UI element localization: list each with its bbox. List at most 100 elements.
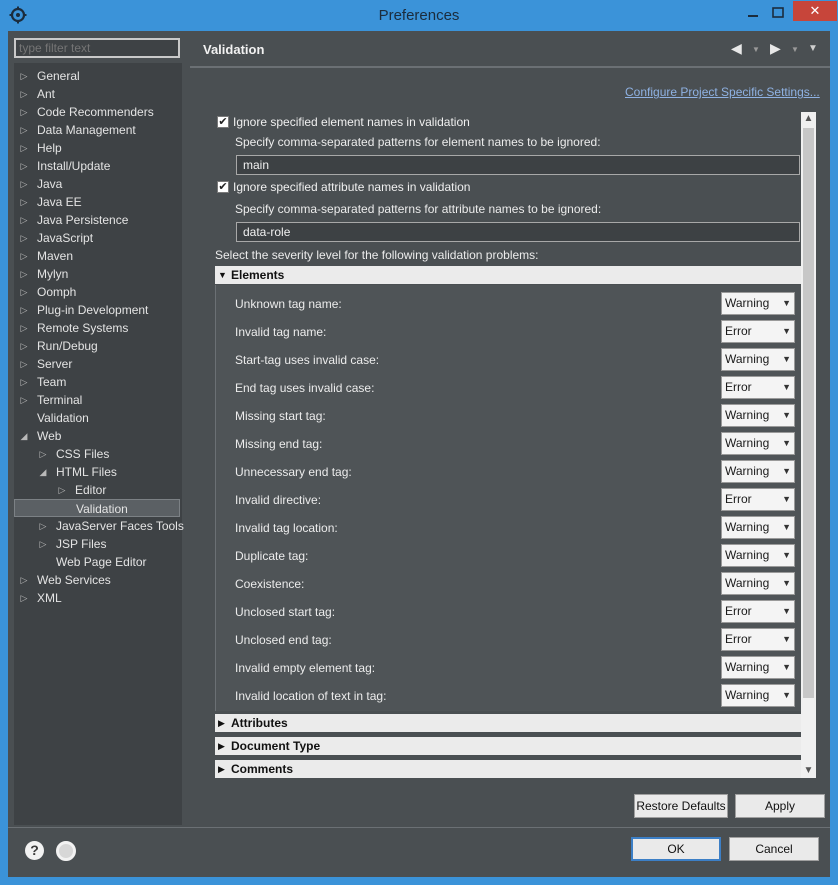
- vertical-scrollbar[interactable]: ▲ ▼: [801, 112, 816, 778]
- tree-collapsed-arrow-icon[interactable]: ▷: [18, 121, 30, 139]
- tree-item-html-files[interactable]: ◢ HTML Files: [14, 463, 180, 481]
- chevron-down-icon[interactable]: ▼: [782, 685, 791, 706]
- tree-item-general[interactable]: ▷ General: [14, 67, 180, 85]
- scrollbar-thumb[interactable]: [803, 128, 814, 698]
- help-icon[interactable]: ?: [25, 841, 44, 860]
- tree-collapsed-arrow-icon[interactable]: ▷: [37, 535, 49, 553]
- tree-collapsed-arrow-icon[interactable]: ▷: [18, 319, 30, 337]
- tree-collapsed-arrow-icon[interactable]: ▷: [18, 337, 30, 355]
- tree-collapsed-arrow-icon[interactable]: ▷: [18, 283, 30, 301]
- severity-select[interactable]: Warning ▼: [721, 348, 795, 371]
- configure-project-settings-link[interactable]: Configure Project Specific Settings...: [625, 85, 820, 99]
- forward-arrow-icon[interactable]: ▶: [770, 40, 781, 58]
- tree-collapsed-arrow-icon[interactable]: ▷: [18, 85, 30, 103]
- tree-item-maven[interactable]: ▷ Maven: [14, 247, 180, 265]
- scroll-down-icon[interactable]: ▼: [801, 764, 816, 778]
- tree-item-code-recommenders[interactable]: ▷ Code Recommenders: [14, 103, 180, 121]
- tree-item-data-management[interactable]: ▷ Data Management: [14, 121, 180, 139]
- tree-item-validation[interactable]: Validation: [14, 409, 180, 427]
- ignore-elements-checkbox[interactable]: ✔: [217, 116, 229, 128]
- tree-item-javaserver-faces-tools[interactable]: ▷ JavaServer Faces Tools: [14, 517, 184, 535]
- chevron-down-icon[interactable]: ▼: [782, 657, 791, 678]
- tree-item-java-ee[interactable]: ▷ Java EE: [14, 193, 180, 211]
- tree-item-mylyn[interactable]: ▷ Mylyn: [14, 265, 180, 283]
- tree-collapsed-arrow-icon[interactable]: ▷: [18, 229, 30, 247]
- tree-item-javascript[interactable]: ▷ JavaScript: [14, 229, 180, 247]
- view-menu-icon[interactable]: ▼: [808, 43, 818, 61]
- tree-item-install-update[interactable]: ▷ Install/Update: [14, 157, 180, 175]
- tree-collapsed-arrow-icon[interactable]: ▷: [18, 139, 30, 157]
- back-arrow-icon[interactable]: ◀: [731, 40, 742, 58]
- tree-collapsed-arrow-icon[interactable]: ▷: [37, 445, 49, 463]
- tree-collapsed-arrow-icon[interactable]: ▷: [18, 589, 30, 607]
- tree-collapsed-arrow-icon[interactable]: ▷: [18, 103, 30, 121]
- minimize-icon[interactable]: [744, 4, 762, 22]
- chevron-down-icon[interactable]: ▼: [782, 293, 791, 314]
- scroll-up-icon[interactable]: ▲: [801, 112, 816, 126]
- restore-defaults-button[interactable]: Restore Defaults: [634, 794, 728, 818]
- tree-collapsed-arrow-icon[interactable]: ▷: [18, 175, 30, 193]
- chevron-down-icon[interactable]: ▼: [782, 545, 791, 566]
- attributes-section-header[interactable]: ▶ Attributes: [215, 714, 808, 732]
- tree-collapsed-arrow-icon[interactable]: ▷: [18, 67, 30, 85]
- severity-select[interactable]: Error ▼: [721, 376, 795, 399]
- severity-select[interactable]: Error ▼: [721, 628, 795, 651]
- tree-item-jsp-files[interactable]: ▷ JSP Files: [14, 535, 180, 553]
- tree-item-run-debug[interactable]: ▷ Run/Debug: [14, 337, 180, 355]
- tree-item-server[interactable]: ▷ Server: [14, 355, 180, 373]
- chevron-down-icon[interactable]: ▼: [782, 629, 791, 650]
- elements-section-header[interactable]: ▼ Elements: [215, 266, 808, 284]
- import-export-icon[interactable]: [56, 841, 76, 861]
- tree-item-ant[interactable]: ▷ Ant: [14, 85, 180, 103]
- severity-select[interactable]: Warning ▼: [721, 404, 795, 427]
- severity-select[interactable]: Warning ▼: [721, 684, 795, 707]
- chevron-down-icon[interactable]: ▼: [782, 461, 791, 482]
- chevron-down-icon[interactable]: ▼: [782, 349, 791, 370]
- chevron-down-icon[interactable]: ▼: [782, 573, 791, 594]
- tree-item-help[interactable]: ▷ Help: [14, 139, 180, 157]
- severity-select[interactable]: Error ▼: [721, 488, 795, 511]
- chevron-down-icon[interactable]: ▼: [782, 405, 791, 426]
- severity-select[interactable]: Warning ▼: [721, 656, 795, 679]
- forward-history-dropdown-icon[interactable]: ▼: [791, 45, 799, 63]
- tree-collapsed-arrow-icon[interactable]: ▷: [18, 211, 30, 229]
- tree-collapsed-arrow-icon[interactable]: ▷: [18, 247, 30, 265]
- tree-item-web-services[interactable]: ▷ Web Services: [14, 571, 180, 589]
- ignore-attributes-field[interactable]: [236, 222, 800, 242]
- tree-expanded-arrow-icon[interactable]: ◢: [37, 463, 49, 481]
- tree-item-editor[interactable]: ▷ Editor: [14, 481, 180, 499]
- tree-item-java-persistence[interactable]: ▷ Java Persistence: [14, 211, 180, 229]
- back-history-dropdown-icon[interactable]: ▼: [752, 45, 760, 63]
- severity-select[interactable]: Warning ▼: [721, 516, 795, 539]
- severity-select[interactable]: Warning ▼: [721, 544, 795, 567]
- tree-item-web-page-editor[interactable]: Web Page Editor: [14, 553, 180, 571]
- cancel-button[interactable]: Cancel: [729, 837, 819, 861]
- tree-collapsed-arrow-icon[interactable]: ▷: [18, 301, 30, 319]
- tree-item-validation[interactable]: Validation: [14, 499, 180, 517]
- tree-item-terminal[interactable]: ▷ Terminal: [14, 391, 180, 409]
- tree-item-plug-in-development[interactable]: ▷ Plug-in Development: [14, 301, 180, 319]
- tree-item-css-files[interactable]: ▷ CSS Files: [14, 445, 180, 463]
- document-type-section-header[interactable]: ▶ Document Type: [215, 737, 808, 755]
- tree-collapsed-arrow-icon[interactable]: ▷: [18, 373, 30, 391]
- tree-collapsed-arrow-icon[interactable]: ▷: [37, 517, 49, 535]
- ok-button[interactable]: OK: [631, 837, 721, 861]
- tree-collapsed-arrow-icon[interactable]: ▷: [18, 355, 30, 373]
- tree-item-java[interactable]: ▷ Java: [14, 175, 180, 193]
- tree-collapsed-arrow-icon[interactable]: ▷: [18, 391, 30, 409]
- tree-collapsed-arrow-icon[interactable]: ▷: [56, 481, 68, 499]
- tree-expanded-arrow-icon[interactable]: ◢: [18, 427, 30, 445]
- severity-select[interactable]: Error ▼: [721, 600, 795, 623]
- tree-item-team[interactable]: ▷ Team: [14, 373, 180, 391]
- filter-input[interactable]: [14, 38, 180, 58]
- apply-button[interactable]: Apply: [735, 794, 825, 818]
- chevron-down-icon[interactable]: ▼: [782, 377, 791, 398]
- tree-collapsed-arrow-icon[interactable]: ▷: [18, 193, 30, 211]
- close-icon[interactable]: ✕: [793, 1, 837, 21]
- tree-item-remote-systems[interactable]: ▷ Remote Systems: [14, 319, 180, 337]
- ignore-elements-field[interactable]: [236, 155, 800, 175]
- severity-select[interactable]: Warning ▼: [721, 292, 795, 315]
- severity-select[interactable]: Warning ▼: [721, 460, 795, 483]
- comments-section-header[interactable]: ▶ Comments: [215, 760, 808, 778]
- maximize-icon[interactable]: [768, 4, 788, 22]
